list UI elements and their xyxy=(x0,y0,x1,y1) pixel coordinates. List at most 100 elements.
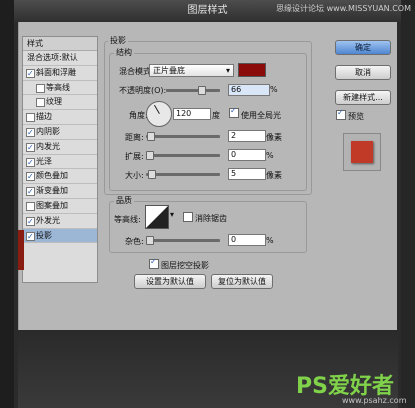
opacity-input[interactable]: 66 xyxy=(228,84,270,96)
blend-mode-value: 正片叠底 xyxy=(153,66,185,75)
style-item-label: 纹理 xyxy=(46,97,62,107)
watermark-url: www.psahz.com xyxy=(342,396,407,405)
style-item[interactable]: 内阴影 xyxy=(23,125,97,140)
style-checkbox[interactable] xyxy=(26,67,35,81)
quality-title: 品质 xyxy=(114,195,134,206)
knockout-label: 图层挖空投影 xyxy=(161,261,209,270)
style-item-label: 颜色叠加 xyxy=(36,171,68,181)
preview-label: 预览 xyxy=(348,112,364,121)
distance-slider[interactable] xyxy=(146,135,220,138)
style-item-label: 渐变叠加 xyxy=(36,186,68,196)
style-item[interactable]: 光泽 xyxy=(23,155,97,169)
size-slider[interactable] xyxy=(146,173,220,176)
background-left xyxy=(0,0,14,408)
style-item[interactable]: 颜色叠加 xyxy=(23,169,97,184)
spread-slider-thumb[interactable] xyxy=(146,151,154,160)
cancel-button[interactable]: 取消 xyxy=(335,65,391,80)
preview-checkbox[interactable]: ✓ xyxy=(336,108,346,120)
style-checkbox[interactable] xyxy=(26,201,35,211)
opacity-slider-thumb[interactable] xyxy=(197,86,206,95)
style-item[interactable]: 纹理 xyxy=(23,95,97,111)
opacity-label: 不透明度(O): xyxy=(119,86,167,95)
style-preview xyxy=(343,133,381,171)
style-item-label: 等高线 xyxy=(46,82,70,92)
global-light-checkbox[interactable]: ✓ xyxy=(229,106,239,118)
check-icon: ✓ xyxy=(337,108,344,117)
noise-label: 杂色: xyxy=(125,237,144,246)
style-item[interactable]: 外发光 xyxy=(23,214,97,229)
style-item[interactable]: 内发光 xyxy=(23,140,97,155)
check-icon: ✓ xyxy=(150,257,157,266)
chevron-down-icon[interactable]: ▾ xyxy=(170,210,174,219)
set-default-button[interactable]: 设置为默认值 xyxy=(134,274,206,289)
distance-input[interactable]: 2 xyxy=(228,130,266,142)
style-item-label: 混合选项:默认 xyxy=(27,53,78,62)
style-checkbox[interactable] xyxy=(26,126,35,140)
shadow-color-swatch[interactable] xyxy=(238,63,266,77)
style-checkbox[interactable] xyxy=(26,185,35,199)
global-light-label: 使用全局光 xyxy=(241,111,281,120)
new-style-button[interactable]: 新建样式... xyxy=(335,90,391,105)
style-item-label: 内发光 xyxy=(36,141,60,151)
preview-swatch xyxy=(351,141,373,163)
opacity-slider[interactable] xyxy=(166,89,220,92)
style-item[interactable]: 混合选项:默认 xyxy=(23,51,97,66)
spread-unit: % xyxy=(266,151,274,160)
reset-default-button[interactable]: 复位为默认值 xyxy=(211,274,273,289)
noise-slider-thumb[interactable] xyxy=(146,236,154,245)
blend-mode-select[interactable]: 正片叠底 ▾ xyxy=(149,64,234,77)
size-slider-thumb[interactable] xyxy=(148,170,156,179)
style-checkbox[interactable] xyxy=(26,170,35,184)
size-unit: 像素 xyxy=(266,171,282,180)
check-icon: ✓ xyxy=(230,106,237,115)
noise-input[interactable]: 0 xyxy=(228,234,266,246)
style-item[interactable]: 投影 xyxy=(23,228,97,243)
angle-needle xyxy=(154,104,160,114)
distance-slider-thumb[interactable] xyxy=(147,132,155,141)
spread-slider[interactable] xyxy=(146,154,220,157)
style-item[interactable]: 渐变叠加 xyxy=(23,184,97,199)
noise-unit: % xyxy=(266,236,274,245)
style-checkbox[interactable] xyxy=(26,215,35,229)
contour-curve-icon xyxy=(146,206,168,228)
style-item-label: 图案叠加 xyxy=(36,200,68,210)
chevron-down-icon: ▾ xyxy=(225,66,230,75)
style-item-label: 外发光 xyxy=(36,215,60,225)
style-checkbox[interactable] xyxy=(26,141,35,155)
drop-shadow-title: 投影 xyxy=(108,35,128,46)
style-item-label: 光泽 xyxy=(36,156,52,166)
style-item-label: 描边 xyxy=(36,112,52,122)
distance-label: 距离: xyxy=(125,133,144,142)
style-checkbox[interactable] xyxy=(26,230,35,243)
antialias-checkbox[interactable] xyxy=(183,212,193,222)
canvas-red-edge xyxy=(18,230,24,270)
knockout-checkbox[interactable]: ✓ xyxy=(149,257,159,269)
style-item[interactable]: 图案叠加 xyxy=(23,199,97,214)
style-checkbox[interactable] xyxy=(26,113,35,123)
structure-title: 结构 xyxy=(114,47,134,58)
size-label: 大小: xyxy=(125,171,144,180)
spread-input[interactable]: 0 xyxy=(228,149,266,161)
style-checkbox[interactable] xyxy=(36,83,45,93)
style-checkbox[interactable] xyxy=(26,156,35,169)
ok-button[interactable]: 确定 xyxy=(335,40,391,55)
style-item-label: 斜面和浮雕 xyxy=(36,67,76,77)
contour-picker[interactable] xyxy=(145,205,169,229)
style-item-label: 投影 xyxy=(36,230,52,240)
opacity-unit: % xyxy=(270,85,278,94)
angle-dial[interactable] xyxy=(146,101,172,127)
styles-list: 样式 混合选项:默认斜面和浮雕等高线纹理描边内阴影内发光光泽颜色叠加渐变叠加图案… xyxy=(22,36,98,283)
styles-header[interactable]: 样式 xyxy=(23,37,97,51)
antialias-label: 消除锯齿 xyxy=(195,214,227,223)
noise-slider[interactable] xyxy=(146,239,220,242)
style-item[interactable]: 斜面和浮雕 xyxy=(23,66,97,81)
angle-input[interactable]: 120 xyxy=(173,108,211,120)
style-item[interactable]: 描边 xyxy=(23,110,97,125)
style-checkbox[interactable] xyxy=(36,98,45,108)
background-right xyxy=(401,0,415,408)
style-item[interactable]: 等高线 xyxy=(23,81,97,96)
spread-label: 扩展: xyxy=(125,152,144,161)
watermark-top: 思缘设计论坛 www.MISSYUAN.COM xyxy=(276,4,411,13)
window-title: 图层样式 xyxy=(187,5,228,16)
size-input[interactable]: 5 xyxy=(228,168,266,180)
